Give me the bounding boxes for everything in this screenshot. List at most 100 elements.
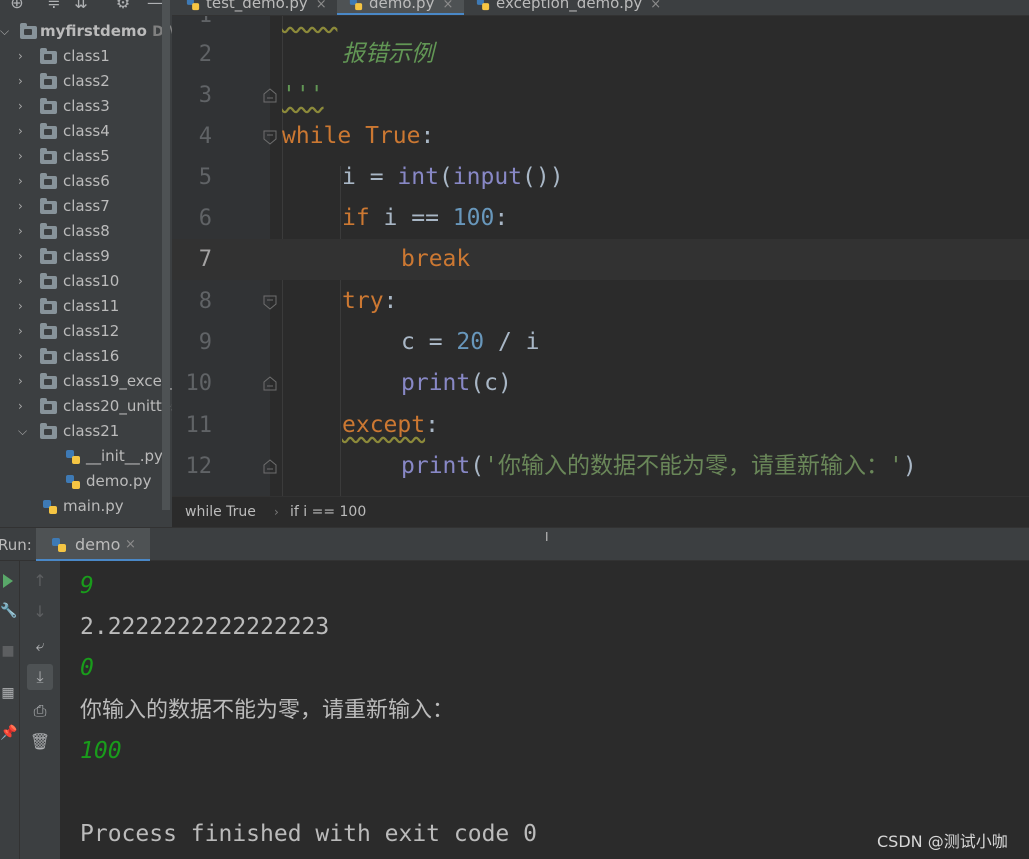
tree-item-class6[interactable]: › class6: [0, 169, 172, 194]
console-line: 0: [80, 655, 94, 681]
up-arrow-icon[interactable]: ↑: [27, 568, 53, 594]
code-token: :: [425, 412, 439, 438]
tree-item-label: class6: [63, 172, 110, 190]
chevron-down-icon[interactable]: ⌵: [18, 419, 30, 444]
code-editor[interactable]: 1 2 报错示例 3 ''' 4 while True: 5 i = int(i…: [172, 16, 1029, 496]
chevron-right-icon[interactable]: ›: [18, 294, 30, 319]
soft-wrap-icon[interactable]: ⤶: [27, 633, 53, 659]
code-line: 10 print(c): [172, 363, 1029, 404]
run-tab-demo[interactable]: demo ×: [36, 528, 150, 562]
tab-test-demo[interactable]: test_demo.py ×: [186, 0, 336, 15]
tree-item-demo-py[interactable]: demo.py: [0, 469, 172, 494]
tree-item-class5[interactable]: › class5: [0, 144, 172, 169]
gear-icon[interactable]: ⚙: [114, 0, 132, 12]
tree-item-class11[interactable]: › class11: [0, 294, 172, 319]
tree-item-class3[interactable]: › class3: [0, 94, 172, 119]
chevron-right-icon[interactable]: ›: [18, 269, 30, 294]
fold-end-icon[interactable]: [262, 376, 278, 392]
tree-item-class1[interactable]: › class1: [0, 44, 172, 69]
chevron-right-icon[interactable]: ›: [18, 94, 30, 119]
run-console[interactable]: 9 2.2222222222222223 0 你输入的数据不能为零，请重新输入：…: [60, 561, 1029, 859]
fold-icon[interactable]: [262, 129, 278, 145]
collapse-icon[interactable]: ≑: [45, 0, 63, 12]
print-icon[interactable]: ⎙: [27, 698, 53, 724]
tree-item-class7[interactable]: › class7: [0, 194, 172, 219]
tree-item-label: class10: [63, 272, 120, 290]
breadcrumb-item[interactable]: while True: [185, 497, 256, 528]
stop-icon[interactable]: ■: [0, 641, 16, 661]
rerun-icon[interactable]: [0, 571, 16, 591]
tree-item-main-py[interactable]: main.py: [0, 494, 172, 519]
tree-item-class21[interactable]: ⌵ class21: [0, 419, 172, 444]
code-line: 5 i = int(input()): [172, 157, 1029, 198]
down-arrow-icon[interactable]: ↓: [27, 599, 53, 625]
console-line: 9: [80, 573, 94, 599]
code-line: 12 print('你输入的数据不能为零，请重新输入：'): [172, 446, 1029, 487]
line-number: 4: [198, 124, 212, 149]
tree-item-class20[interactable]: › class20_unittes: [0, 394, 172, 419]
chevron-right-icon[interactable]: ›: [18, 344, 30, 369]
run-header: Run: demo × I: [0, 527, 1029, 562]
tree-item-class8[interactable]: › class8: [0, 219, 172, 244]
pin-icon[interactable]: 📌: [0, 723, 17, 743]
tree-item-class16[interactable]: › class16: [0, 344, 172, 369]
fold-end-icon[interactable]: [262, 459, 278, 475]
number-literal: 20: [456, 329, 485, 355]
folder-icon: [20, 23, 37, 39]
tab-demo[interactable]: demo.py ×: [337, 0, 464, 15]
tab-exception-demo[interactable]: exception_demo.py ×: [476, 0, 676, 15]
project-root[interactable]: ⌵ myfirstdemo D:\p: [0, 19, 172, 44]
trash-icon[interactable]: 🗑: [27, 729, 53, 755]
code-token: :: [494, 205, 509, 231]
close-icon[interactable]: ×: [650, 0, 661, 12]
tree-item-class12[interactable]: › class12: [0, 319, 172, 344]
breadcrumb-item[interactable]: if i == 100: [290, 497, 366, 528]
tree-item-class2[interactable]: › class2: [0, 69, 172, 94]
chevron-right-icon[interactable]: ›: [18, 394, 30, 419]
code-line: 6 if i == 100:: [172, 198, 1029, 239]
number-literal: 100: [452, 205, 495, 231]
chevron-right-icon[interactable]: ›: [18, 69, 30, 94]
fold-end-icon[interactable]: [262, 88, 278, 104]
layout-icon[interactable]: ▦: [0, 683, 16, 703]
chevron-right-icon[interactable]: ›: [18, 319, 30, 344]
chevron-right-icon[interactable]: ›: [18, 194, 30, 219]
tree-item-class10[interactable]: › class10: [0, 269, 172, 294]
chevron-right-icon[interactable]: ›: [18, 219, 30, 244]
chevron-right-icon[interactable]: ›: [18, 369, 30, 394]
code-token: i =: [342, 164, 398, 190]
chevron-down-icon[interactable]: ⌵: [0, 19, 12, 44]
chevron-right-icon[interactable]: ›: [18, 44, 30, 69]
line-number: 8: [198, 289, 212, 314]
breadcrumb-separator: ›: [274, 505, 279, 519]
folder-icon: [40, 148, 57, 164]
locate-icon[interactable]: ⊕: [8, 0, 26, 12]
chevron-right-icon[interactable]: ›: [18, 169, 30, 194]
python-file-icon: [66, 450, 80, 464]
chevron-right-icon[interactable]: ›: [18, 244, 30, 269]
keyword: try: [342, 288, 384, 314]
run-tab-label: demo: [75, 535, 121, 554]
tree-item-class9[interactable]: › class9: [0, 244, 172, 269]
close-icon[interactable]: ×: [316, 0, 327, 12]
close-icon[interactable]: ×: [125, 528, 136, 562]
close-icon[interactable]: ×: [442, 0, 453, 12]
expand-icon[interactable]: ⇊: [72, 0, 90, 12]
tree-item-class4[interactable]: › class4: [0, 119, 172, 144]
code-token: i ==: [369, 205, 453, 231]
chevron-right-icon[interactable]: ›: [18, 144, 30, 169]
sidebar-scrollbar[interactable]: [162, 0, 170, 510]
python-file-icon: [476, 0, 490, 10]
wrench-icon[interactable]: 🔧: [0, 601, 17, 621]
tree-item-label: class11: [63, 297, 120, 315]
code-line: 3 ''': [172, 75, 1029, 116]
keyword: break: [401, 246, 471, 272]
tree-item-label: class19_excel_d: [63, 372, 172, 390]
scroll-to-end-icon[interactable]: ⤓: [27, 664, 53, 690]
tree-item-class19[interactable]: › class19_excel_d: [0, 369, 172, 394]
tab-label: demo.py: [369, 0, 435, 12]
folder-icon: [40, 98, 57, 114]
chevron-right-icon[interactable]: ›: [18, 119, 30, 144]
fold-icon[interactable]: [262, 294, 278, 310]
tree-item-init-py[interactable]: __init__.py: [0, 444, 172, 469]
